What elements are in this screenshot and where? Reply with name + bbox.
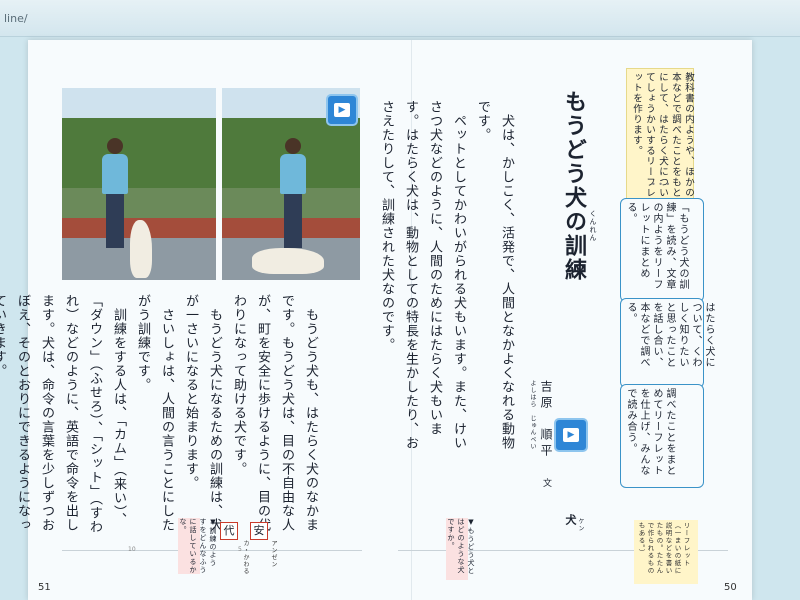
trainer-figure <box>102 138 128 248</box>
kanji-box: 安 <box>250 522 268 540</box>
right-page-body: 犬は、かしこく、活発で、人間となかよくなれる動物です。 ペットとしてかわいがられ… <box>379 100 518 460</box>
author-given: 順平 <box>539 428 553 460</box>
left-pink-note-text: ▼訓練のようすをどんなふうに話しているかな。 <box>179 518 217 574</box>
tick-number: 10 <box>128 546 136 553</box>
paragraph: もうどう犬も、はたらく犬のなかまです。もうどう犬は、目の不自由な人が、町を安全に… <box>231 294 318 532</box>
paragraph: もうどう犬になるための訓練は、犬が一さいになると始まります。 <box>183 294 222 532</box>
step-3-box: 調べたことをまとめてリーフレットを仕上げ、みんなで読み合う。 <box>620 384 704 488</box>
paragraph: ペットとしてかわいがられる犬もいます。また、けいさつ犬などのように、人間のために… <box>379 100 466 450</box>
browser-bar: line/ <box>0 0 800 37</box>
kanji-box: 代 <box>220 522 238 540</box>
author-suffix: 文 <box>541 478 551 488</box>
paragraph: 訓練をする人は、「カム」（来い）、「ダウン」（ふせろ）、「シット」（すわれ）など… <box>0 294 126 534</box>
page-number-left: 51 <box>38 582 51 593</box>
guide-dog-sitting <box>130 220 152 278</box>
step-2-box: はたらく犬について、くわしく知りたいと思ったことを話し合い、本などで調べる。 <box>620 298 714 388</box>
step-1-text: 「もうどう犬の訓練」を読み、文章の内ようをリーフレットにまとめる。 <box>625 202 688 290</box>
trainer-figure <box>280 138 306 248</box>
step-3-text: 調べたことをまとめてリーフレットを仕上げ、みんなで読み合う。 <box>625 388 675 476</box>
play-video-button[interactable]: ▶ <box>326 94 358 126</box>
left-pink-note: ▼訓練のようすをどんなふうに話しているかな。 <box>178 518 217 574</box>
intro-note: 教科書の内ようや、ほかの本などで調べたことをもとにして、はたらく犬についてしょう… <box>626 68 694 212</box>
textbook-spread: ▶ もうどう犬も、はたらく犬のなかまです。もうどう犬は、目の不自由な人が、町を安… <box>0 40 752 600</box>
guide-dog-lying <box>252 248 324 274</box>
kanji-reading: アンゼン <box>270 540 277 568</box>
step-2-text: はたらく犬について、くわしく知りたいと思ったことを話し合い、本などで調べる。 <box>625 302 714 368</box>
photo-trainer-standing-dog <box>62 88 216 280</box>
separator-dots: • • • <box>651 180 671 189</box>
glossary-note: リーフレット（一まいの紙に説明などを書いたもの。たたんで作られるものもある。） <box>634 520 698 584</box>
play-audio-icon: ▶ <box>563 428 579 442</box>
step-1-box: 「もうどう犬の訓練」を読み、文章の内ようをリーフレットにまとめる。 <box>620 198 704 302</box>
url-fragment: line/ <box>4 12 28 25</box>
play-video-icon: ▶ <box>334 103 350 117</box>
right-pink-note: ▼もうどう犬とはどのような犬ですか。 <box>446 518 475 580</box>
paragraph: さいしょは、人間の言うことにしたがう訓練です。 <box>135 294 174 532</box>
play-audio-button[interactable]: ▶ <box>554 418 588 452</box>
paragraph: 犬は、かしこく、活発で、人間となかよくなれる動物です。 <box>475 100 514 450</box>
author-ruby: よしはら じゅんぺい <box>529 380 536 450</box>
author-name: 吉原 順平 <box>538 380 555 460</box>
page-number-right: 50 <box>724 582 737 593</box>
author-family: 吉原 <box>539 380 553 412</box>
kanji-reading: カ・かわる <box>242 540 249 575</box>
lesson-title: もうどう犬の訓練 <box>561 90 587 282</box>
glossary-text: リーフレット（一まいの紙に説明などを書いたもの。たたんで作られるものもある。） <box>637 522 690 575</box>
photo-trainer-lying-dog: ▶ <box>222 88 360 280</box>
left-page-body: もうどう犬も、はたらく犬のなかまです。もうどう犬は、目の不自由な人が、町を安全に… <box>0 294 322 544</box>
right-pink-note-text: ▼もうどう犬とはどのような犬ですか。 <box>447 518 475 575</box>
title-ruby: くんれん <box>589 210 597 242</box>
footer-kanji-reading: ケン <box>577 518 584 532</box>
